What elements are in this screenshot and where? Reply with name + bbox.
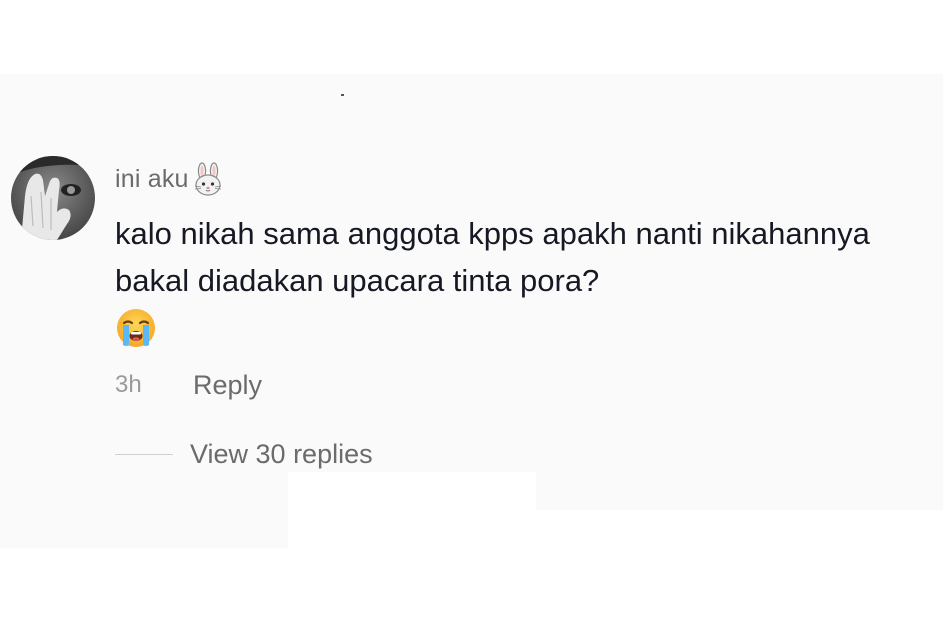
- view-replies-label: View 30 replies: [190, 438, 373, 469]
- artifact-dot: [341, 94, 344, 96]
- view-replies-button[interactable]: View 30 replies: [115, 436, 373, 472]
- bunny-face-icon: [191, 162, 225, 196]
- background-fragment: [0, 472, 288, 548]
- comment-meta: 3h Reply: [115, 366, 262, 404]
- comment: ini aku kalo nikah sama anggota kpps apa…: [115, 158, 925, 349]
- username[interactable]: ini aku: [115, 165, 189, 194]
- comment-text: kalo nikah sama anggota kpps apakh nanti…: [115, 216, 870, 298]
- avatar[interactable]: [11, 156, 95, 240]
- timestamp: 3h: [115, 371, 142, 398]
- username-row: ini aku: [115, 158, 925, 200]
- divider-line: [115, 453, 173, 455]
- reply-button[interactable]: Reply: [193, 370, 262, 401]
- background-fragment: [536, 472, 943, 510]
- loudly-crying-face-icon: [115, 307, 157, 349]
